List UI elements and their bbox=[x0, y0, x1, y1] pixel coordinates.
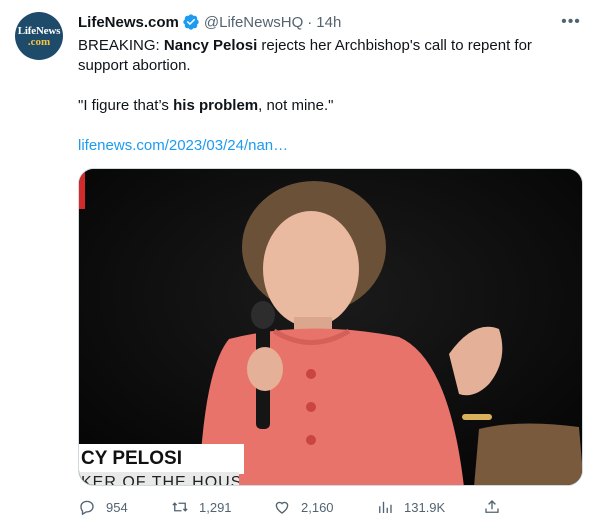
views-button[interactable]: 131.9K bbox=[376, 498, 445, 516]
tweet-text: BREAKING: Nancy Pelosi rejects her Archb… bbox=[78, 36, 558, 156]
tweet-timestamp[interactable]: 14h bbox=[316, 14, 341, 31]
chyron-title: KER OF THE HOUSE bbox=[79, 472, 239, 485]
bold-name: Nancy Pelosi bbox=[163, 37, 258, 54]
tweet-content: LifeNews.com @LifeNewsHQ · 14h ••• BREAK… bbox=[78, 12, 583, 156]
retweet-icon bbox=[172, 502, 188, 512]
tweet-media-image[interactable]: CY PELOSI KER OF THE HOUSE bbox=[78, 168, 583, 486]
tweet-paragraph-1: BREAKING: Nancy Pelosi rejects her Archb… bbox=[78, 36, 558, 76]
more-icon[interactable]: ••• bbox=[559, 10, 583, 34]
quote-end: , not mine." bbox=[258, 97, 334, 114]
avatar[interactable]: LifeNews .com bbox=[15, 12, 63, 60]
avatar-logo-suffix: .com bbox=[27, 35, 51, 48]
tweet[interactable]: LifeNews .com LifeNews.com @LifeNewsHQ ·… bbox=[0, 0, 598, 528]
author-name[interactable]: LifeNews.com bbox=[78, 14, 179, 31]
breaking-label: BREAKING: bbox=[78, 37, 164, 54]
share-icon bbox=[485, 500, 499, 513]
author-handle[interactable]: @LifeNewsHQ bbox=[204, 14, 303, 31]
quote-start: "I figure that’s bbox=[78, 97, 174, 114]
like-icon bbox=[275, 501, 289, 514]
quote-bold: his problem bbox=[173, 97, 259, 114]
retweet-button[interactable]: 1,291 bbox=[171, 498, 232, 516]
verified-icon bbox=[183, 14, 199, 30]
media-illustration bbox=[79, 169, 582, 485]
article-link[interactable]: lifenews.com/2023/03/24/nan… bbox=[78, 137, 288, 154]
share-button[interactable] bbox=[483, 498, 511, 516]
views-count: 131.9K bbox=[404, 499, 446, 515]
avatar-logo-text: LifeNews bbox=[17, 24, 61, 37]
tweet-header: LifeNews.com @LifeNewsHQ · 14h bbox=[78, 12, 583, 32]
chyron-name: CY PELOSI bbox=[79, 444, 244, 474]
tweet-actions: 954 1,291 2,160 131.9K bbox=[78, 496, 508, 518]
like-button[interactable]: 2,160 bbox=[273, 498, 334, 516]
reply-button[interactable]: 954 bbox=[78, 498, 128, 516]
reply-icon bbox=[80, 500, 94, 516]
separator-dot: · bbox=[307, 13, 313, 31]
views-icon bbox=[379, 501, 392, 513]
reply-count: 954 bbox=[106, 499, 128, 515]
tweet-paragraph-2: "I figure that’s his problem, not mine." bbox=[78, 96, 558, 116]
like-count: 2,160 bbox=[301, 499, 334, 515]
retweet-count: 1,291 bbox=[199, 499, 232, 515]
